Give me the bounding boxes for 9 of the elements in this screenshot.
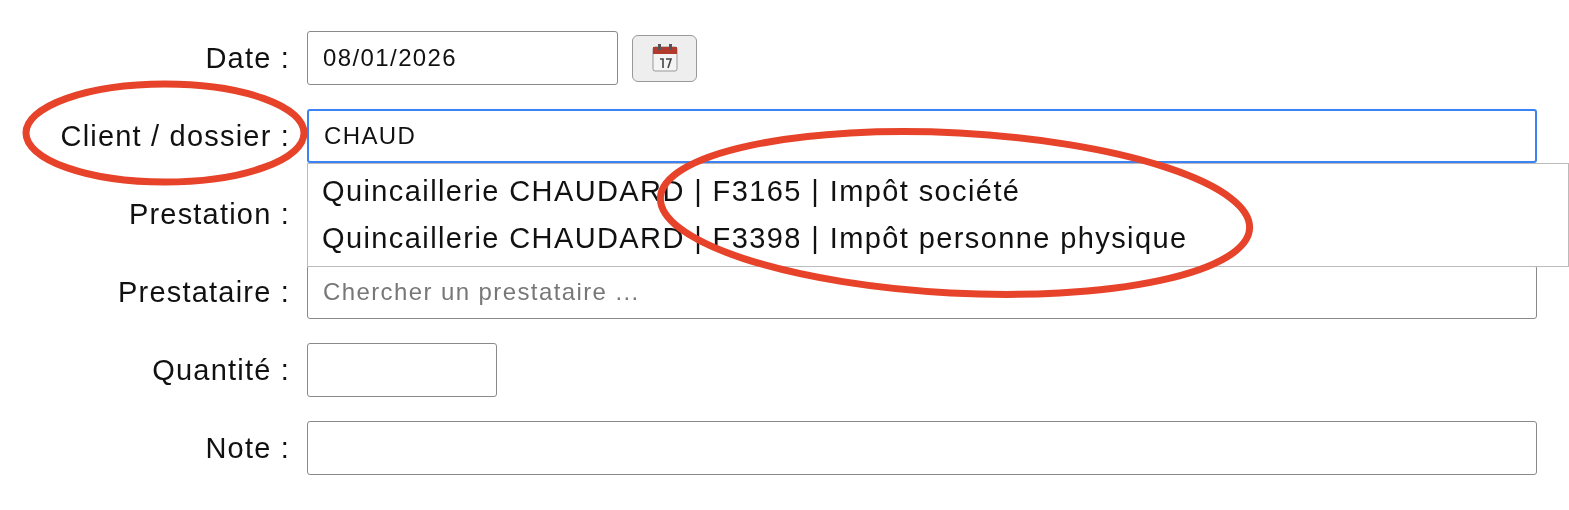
date-field[interactable]: 08/01/2026 xyxy=(307,31,618,85)
field-label: Date : xyxy=(205,41,290,75)
field-label: Quantité : xyxy=(152,353,290,387)
search-field[interactable]: Chercher un prestataire ... xyxy=(307,265,1537,319)
field-label: Prestataire : xyxy=(118,275,290,309)
field-label: Note : xyxy=(205,431,290,465)
field-label: Client / dossier : xyxy=(60,119,290,153)
search-field[interactable]: CHAUD xyxy=(307,109,1537,163)
field-label: Prestation : xyxy=(128,197,290,231)
